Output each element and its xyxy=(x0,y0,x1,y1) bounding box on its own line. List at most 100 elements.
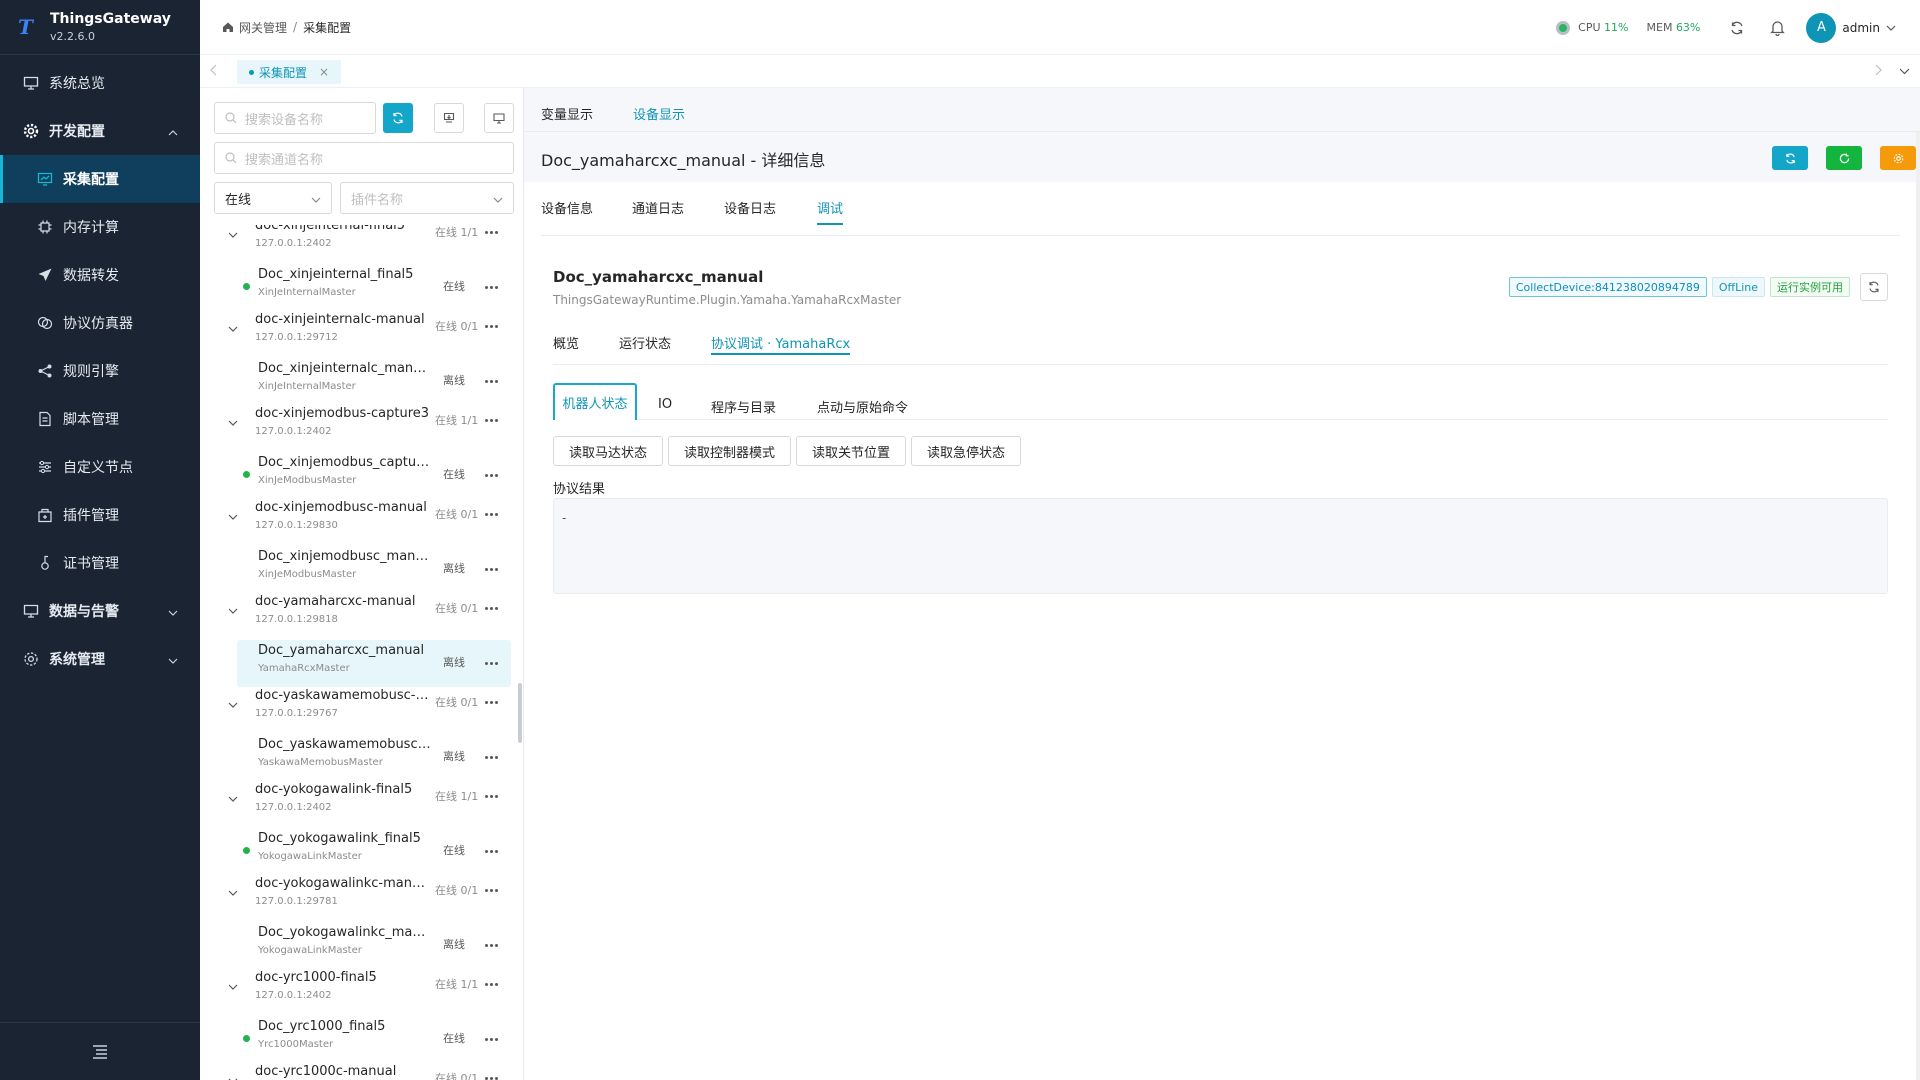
tab-jog-raw-command[interactable]: 点动与原始命令 xyxy=(817,397,908,416)
chevron-down-icon[interactable] xyxy=(228,697,238,712)
sidebar-item-2[interactable]: 采集配置 xyxy=(0,155,200,203)
chevron-down-icon[interactable] xyxy=(228,603,238,618)
device-row[interactable]: Doc_xinjemodbusc_manual XinJeModbusMaster… xyxy=(237,546,511,593)
sidebar-item-10[interactable]: 证书管理 xyxy=(0,539,200,587)
sidebar-item-5[interactable]: 协议仿真器 xyxy=(0,299,200,347)
tab-program-directory[interactable]: 程序与目录 xyxy=(711,397,776,416)
more-icon[interactable] xyxy=(482,883,500,897)
channel-row[interactable]: doc-yrc1000c-manual 在线 0/1 xyxy=(200,1063,520,1080)
plugin-filter-select[interactable]: 插件名称 xyxy=(340,182,514,214)
more-icon[interactable] xyxy=(482,977,500,991)
chevron-left-icon[interactable] xyxy=(210,64,218,80)
tab-protocol-debug[interactable]: 协议调试 · YamahaRcx xyxy=(711,333,851,355)
more-icon[interactable] xyxy=(482,695,500,709)
breadcrumb-root[interactable]: 网关管理 xyxy=(239,19,287,36)
device-row[interactable]: Doc_xinjeinternalc_manual XinJeInternalMa… xyxy=(237,358,511,405)
more-icon[interactable] xyxy=(482,507,500,521)
device-row[interactable]: Doc_yokogawalink_final5 YokogawaLinkMaste… xyxy=(237,828,511,875)
chevron-down-icon[interactable] xyxy=(1886,25,1896,31)
more-icon[interactable] xyxy=(482,844,500,858)
refresh-tree-button[interactable] xyxy=(383,103,413,133)
more-icon[interactable] xyxy=(482,1032,500,1046)
tab-io[interactable]: IO xyxy=(658,397,672,412)
channel-row[interactable]: doc-xinjeinternalc-manual 127.0.0.1:29712… xyxy=(200,311,520,358)
more-icon[interactable] xyxy=(482,789,500,803)
more-icon[interactable] xyxy=(482,319,500,333)
reload-device-button[interactable] xyxy=(1860,273,1888,301)
status-filter-select[interactable]: 在线 xyxy=(214,182,332,214)
sidebar-item-6[interactable]: 规则引擎 xyxy=(0,347,200,395)
device-row[interactable]: Doc_xinjeinternal_final5 XinJeInternalMas… xyxy=(237,264,511,311)
device-row[interactable]: Doc_yrc1000_final5 Yrc1000Master 在线 xyxy=(237,1016,511,1063)
chevron-down-icon[interactable] xyxy=(228,509,238,524)
more-icon[interactable] xyxy=(482,750,500,764)
tab-channel-log[interactable]: 通道日志 xyxy=(632,198,684,217)
chevron-down-icon[interactable] xyxy=(228,227,238,242)
tab-debug[interactable]: 调试 xyxy=(817,198,844,225)
more-icon[interactable] xyxy=(482,413,500,427)
tab-device-display[interactable]: 设备显示 xyxy=(633,104,686,135)
close-icon[interactable]: × xyxy=(319,65,329,79)
read-motor-status-button[interactable]: 读取马达状态 xyxy=(553,436,664,466)
more-icon[interactable] xyxy=(482,225,500,239)
search-channel-input[interactable]: 搜索通道名称 xyxy=(214,142,514,174)
tree-scrollbar[interactable] xyxy=(518,683,522,743)
tab-variable-display[interactable]: 变量显示 xyxy=(541,104,593,123)
notification-button[interactable] xyxy=(1766,17,1788,39)
more-icon[interactable] xyxy=(482,280,500,294)
more-icon[interactable] xyxy=(482,1071,500,1080)
search-device-input[interactable]: 搜索设备名称 xyxy=(214,102,376,134)
more-icon[interactable] xyxy=(482,468,500,482)
tab-menu-chevron-icon[interactable] xyxy=(1899,64,1910,79)
tab-robot-status[interactable]: 机器人状态 xyxy=(553,383,637,420)
channel-row[interactable]: doc-yrc1000-final5 127.0.0.1:2402 在线 1/1 xyxy=(200,969,520,1016)
sidebar-item-11[interactable]: 数据与告警 xyxy=(0,587,200,635)
sidebar-item-3[interactable]: 内存计算 xyxy=(0,203,200,251)
main-scrollbar[interactable] xyxy=(1916,132,1920,1080)
tab-device-info[interactable]: 设备信息 xyxy=(541,198,593,217)
export-button[interactable] xyxy=(434,103,464,133)
read-joint-position-button[interactable]: 读取关节位置 xyxy=(796,436,907,466)
chevron-down-icon[interactable] xyxy=(228,791,238,806)
collapse-menu-button[interactable] xyxy=(0,1022,200,1080)
more-icon[interactable] xyxy=(482,656,500,670)
chevron-down-icon[interactable] xyxy=(228,979,238,994)
settings-button[interactable] xyxy=(1880,146,1916,170)
more-icon[interactable] xyxy=(482,601,500,615)
display-button[interactable] xyxy=(484,103,514,133)
sidebar-item-0[interactable]: 系统总览 xyxy=(0,59,200,107)
channel-row[interactable]: doc-yamaharcxc-manual 127.0.0.1:29818 在线 0… xyxy=(200,593,520,640)
channel-row[interactable]: doc-xinjeinternal-final5 127.0.0.1:2402 在线… xyxy=(200,225,520,264)
chevron-right-icon[interactable] xyxy=(1874,64,1882,80)
sidebar-item-9[interactable]: 插件管理 xyxy=(0,491,200,539)
channel-row[interactable]: doc-yaskawamemobusc-m... 127.0.0.1:29767 在… xyxy=(200,687,520,734)
sidebar-item-1[interactable]: 开发配置 xyxy=(0,107,200,155)
channel-row[interactable]: doc-yokogawalink-final5 127.0.0.1:2402 在线 … xyxy=(200,781,520,828)
refresh-button[interactable] xyxy=(1726,17,1748,39)
more-icon[interactable] xyxy=(482,562,500,576)
tab-runtime-status[interactable]: 运行状态 xyxy=(619,333,671,352)
restart-button[interactable] xyxy=(1826,146,1862,170)
chevron-down-icon[interactable] xyxy=(228,1073,238,1080)
chevron-down-icon[interactable] xyxy=(228,885,238,900)
read-estop-status-button[interactable]: 读取急停状态 xyxy=(911,436,1022,466)
channel-row[interactable]: doc-xinjemodbus-capture3 127.0.0.1:2402 在线… xyxy=(200,405,520,452)
channel-row[interactable]: doc-xinjemodbusc-manual 127.0.0.1:29830 在线… xyxy=(200,499,520,546)
more-icon[interactable] xyxy=(482,374,500,388)
result-output[interactable]: - xyxy=(553,498,1888,594)
device-row[interactable]: Doc_yokogawalinkc_manual YokogawaLinkMast… xyxy=(237,922,511,969)
avatar[interactable]: A xyxy=(1806,12,1837,43)
username[interactable]: admin xyxy=(1842,21,1880,35)
tab-overview[interactable]: 概览 xyxy=(553,333,579,352)
device-row[interactable]: Doc_xinjemodbus_capture3 XinJeModbusMaste… xyxy=(237,452,511,499)
refresh-detail-button[interactable] xyxy=(1772,146,1808,170)
device-row[interactable]: Doc_yamaharcxc_manual YamahaRcxMaster 离线 xyxy=(237,640,511,687)
chevron-down-icon[interactable] xyxy=(228,415,238,430)
device-row[interactable]: Doc_yaskawamemobusc_ma... YaskawaMemobusM… xyxy=(237,734,511,781)
sidebar-item-7[interactable]: 脚本管理 xyxy=(0,395,200,443)
chevron-down-icon[interactable] xyxy=(228,321,238,336)
sidebar-item-8[interactable]: 自定义节点 xyxy=(0,443,200,491)
tab-device-log[interactable]: 设备日志 xyxy=(724,198,776,217)
sidebar-item-12[interactable]: 系统管理 xyxy=(0,635,200,683)
page-tab[interactable]: 采集配置 × xyxy=(237,60,342,84)
